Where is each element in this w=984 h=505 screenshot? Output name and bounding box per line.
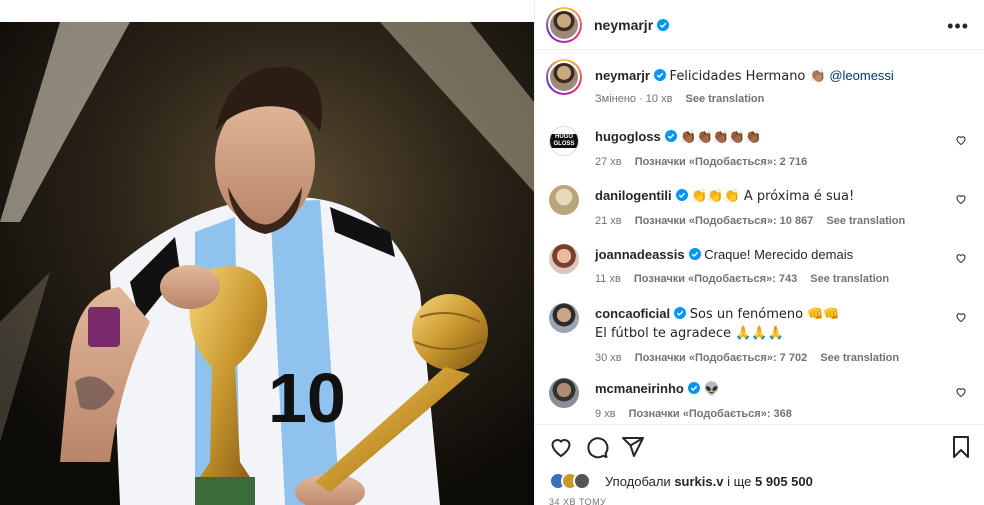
comment-avatar[interactable]: [549, 185, 579, 215]
comment-time: 21 хв: [595, 215, 622, 227]
like-heart-icon[interactable]: [955, 134, 967, 146]
post-photo-illustration: 10: [0, 22, 534, 505]
verified-badge-icon: [653, 69, 666, 81]
verified-badge-icon: [687, 382, 700, 394]
liked-by-avatars[interactable]: [549, 472, 597, 490]
liked-by-user[interactable]: surkis.v: [674, 474, 723, 489]
comment-time: 9 хв: [595, 408, 616, 420]
like-heart-icon[interactable]: [955, 386, 967, 398]
caption-edited: Змінено · 10 хв: [595, 93, 673, 105]
comment-time: 11 хв: [595, 273, 621, 285]
see-translation-link[interactable]: See translation: [820, 352, 899, 364]
liked-by: Уподобали surkis.v і ще 5 905 500: [549, 472, 813, 490]
caption-username[interactable]: neymarjr: [595, 68, 650, 83]
liked-by-count[interactable]: 5 905 500: [755, 474, 813, 489]
comment-text: 👏🏾👏🏾👏🏾👏🏾👏🏾: [680, 130, 762, 145]
comment-avatar[interactable]: [549, 378, 579, 408]
post-header: neymarjr •••: [535, 0, 984, 50]
comment-username[interactable]: concaoficial: [595, 306, 670, 321]
caption-mention-link[interactable]: @leomessi: [829, 68, 894, 83]
comment-likes[interactable]: Позначки «Подобається»: 10 867: [635, 215, 814, 227]
comment-username[interactable]: mcmaneirinho: [595, 381, 684, 396]
comment-avatar[interactable]: [549, 244, 579, 274]
verified-badge-icon: [674, 307, 687, 319]
action-bar: [535, 424, 984, 466]
comment-username[interactable]: danilogentili: [595, 188, 672, 203]
comment-text: 👏👏👏 A próxima é sua!: [691, 189, 855, 204]
bookmark-icon[interactable]: [949, 435, 973, 459]
author-avatar[interactable]: [546, 6, 582, 43]
like-heart-icon[interactable]: [955, 252, 967, 264]
share-icon[interactable]: [621, 435, 645, 459]
comment-text: Craque! Merecido demais: [704, 247, 854, 262]
post-photo[interactable]: 10: [0, 22, 534, 505]
comment-likes[interactable]: Позначки «Подобається»: 368: [629, 408, 792, 420]
comment-time: 30 хв: [595, 352, 622, 364]
verified-badge-icon: [664, 130, 677, 142]
verified-badge-icon: [675, 189, 688, 201]
liked-by-suffix: і ще: [727, 473, 752, 489]
comment-likes[interactable]: Позначки «Подобається»: 743: [634, 273, 797, 285]
comment-likes[interactable]: Позначки «Подобається»: 2 716: [635, 156, 807, 168]
media-top-strip: [0, 0, 534, 22]
post-timestamp: 34 ХВ ТОМУ: [549, 497, 607, 505]
comment-likes[interactable]: Позначки «Подобається»: 7 702: [635, 352, 807, 364]
verified-badge-icon: [657, 18, 670, 31]
comment-username[interactable]: hugogloss: [595, 129, 661, 144]
caption-avatar[interactable]: [546, 59, 582, 95]
comments-list: neymarjr Felicidades Hermano 👏🏽 @leomess…: [535, 52, 984, 424]
comment-icon[interactable]: [585, 435, 609, 459]
comment-time: 27 хв: [595, 156, 622, 168]
like-heart-icon[interactable]: [955, 193, 967, 205]
verified-badge-icon: [688, 248, 701, 260]
svg-text:10: 10: [268, 359, 346, 437]
like-heart-icon[interactable]: [955, 311, 967, 323]
see-translation-link[interactable]: See translation: [686, 93, 765, 105]
post-side-panel: neymarjr ••• neymarjr Felicidades Herman…: [534, 0, 984, 505]
comment-text-line2: El fútbol te agradece 🙏🙏🙏: [595, 326, 784, 341]
see-translation-link[interactable]: See translation: [826, 215, 905, 227]
comment-avatar[interactable]: [549, 303, 579, 333]
comment-username[interactable]: joannadeassis: [595, 247, 685, 262]
caption-text: Felicidades Hermano 👏🏽: [669, 69, 826, 84]
comment-text: 👽: [703, 382, 720, 397]
see-translation-link[interactable]: See translation: [810, 273, 889, 285]
like-heart-icon[interactable]: [549, 435, 573, 459]
comment-avatar[interactable]: HUGO GLOSS: [549, 126, 579, 156]
liked-by-prefix: Уподобали: [605, 473, 671, 489]
more-options-button[interactable]: •••: [947, 16, 969, 37]
author-username[interactable]: neymarjr: [594, 17, 653, 33]
comment-text: Sos un fenómeno 👊👊: [689, 307, 840, 322]
